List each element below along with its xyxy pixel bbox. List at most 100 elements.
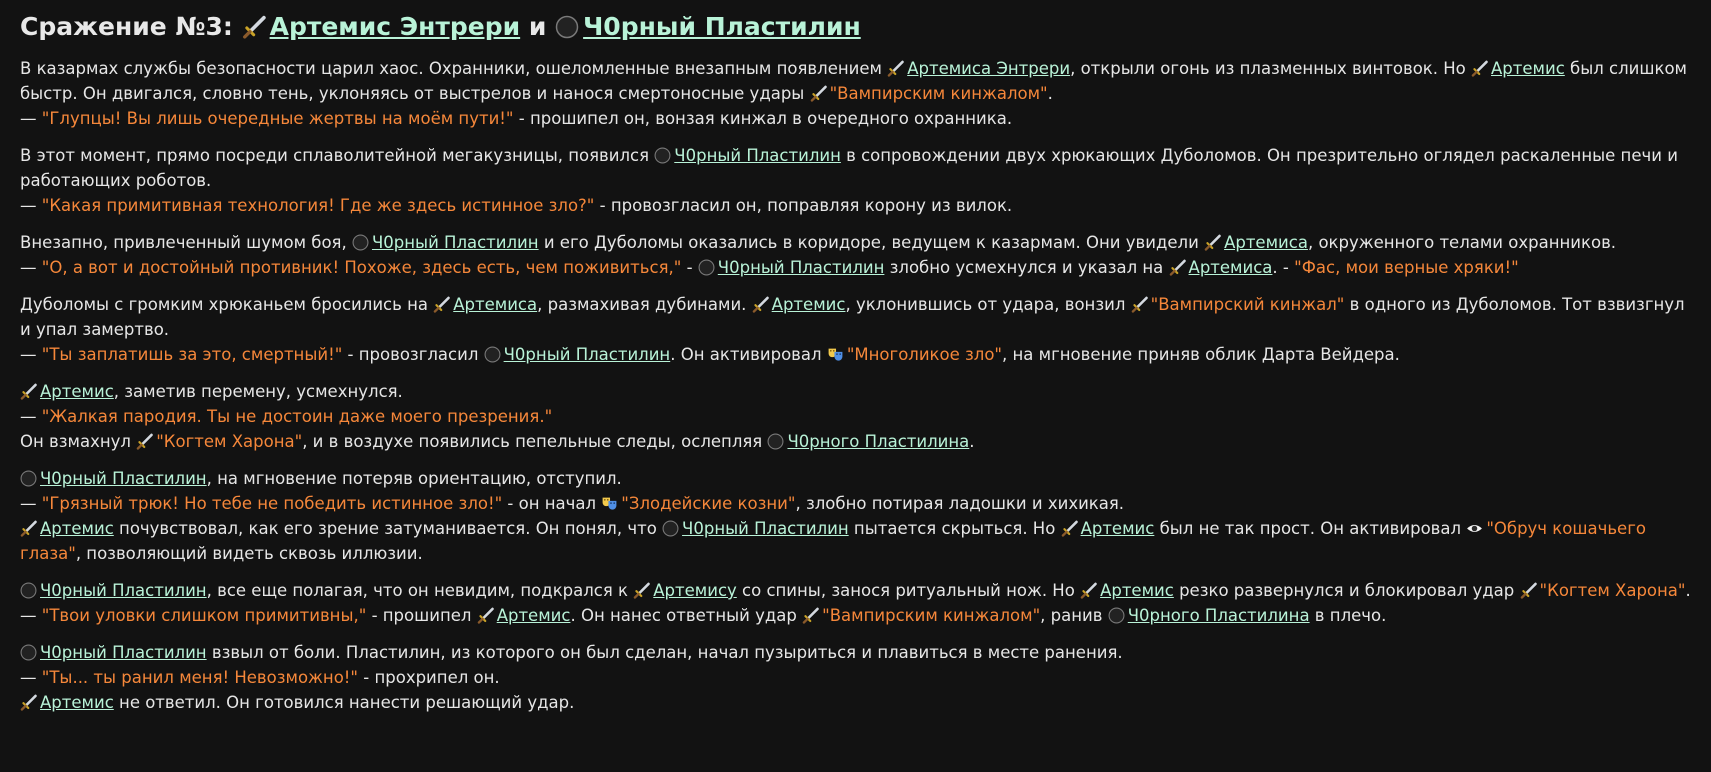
character-link[interactable]: Артемис <box>752 295 846 314</box>
ability-mention: "Вампирский кинжал" <box>1131 295 1345 314</box>
character-link[interactable]: Ч0рный Пластилин <box>352 233 539 252</box>
story-line: Артемис, заметив перемену, усмехнулся. <box>20 379 1691 404</box>
character-name[interactable]: Ч0рный Пластилин <box>40 643 207 662</box>
dagger-icon <box>1204 234 1221 251</box>
character-link[interactable]: Артемиса <box>1169 258 1273 277</box>
black-circle-icon <box>352 234 369 251</box>
dagger-icon <box>20 383 37 400</box>
quote-text: "Вампирский кинжал" <box>1150 295 1345 314</box>
dagger-icon <box>477 607 494 624</box>
character-name[interactable]: Артемиса Энтрери <box>907 59 1070 78</box>
character-link[interactable]: Артемис <box>477 606 571 625</box>
narration-text: . - <box>1272 258 1295 277</box>
narration-text: В этот момент, прямо посреди сплаволитей… <box>20 146 655 165</box>
story-line: В казармах службы безопасности царил хао… <box>20 56 1691 106</box>
story-line: Ч0рный Пластилин, все еще полагая, что о… <box>20 578 1691 603</box>
character-name[interactable]: Артемис <box>1491 59 1565 78</box>
character-name[interactable]: Артемиса <box>453 295 537 314</box>
title-hero-name[interactable]: Артемис Энтрери <box>270 12 521 41</box>
title-villain-link[interactable]: Ч0рный Пластилин <box>555 12 861 41</box>
character-link[interactable]: Артемиса <box>1204 233 1308 252</box>
character-link[interactable]: Ч0рный Пластилин <box>662 519 849 538</box>
character-name[interactable]: Артемис <box>40 382 114 401</box>
character-link[interactable]: Ч0рный Пластилин <box>484 345 671 364</box>
black-circle-icon <box>1108 607 1125 624</box>
character-link[interactable]: Артемис <box>20 519 114 538</box>
character-name[interactable]: Артемис <box>40 693 114 712</box>
character-link[interactable]: Ч0рный Пластилин <box>20 469 207 488</box>
character-name[interactable]: Ч0рный Пластилин <box>682 519 849 538</box>
dagger-icon <box>242 15 266 39</box>
story-paragraph: В казармах службы безопасности царил хао… <box>20 56 1691 131</box>
quote-text: "Злодейские козни" <box>621 494 796 513</box>
narration-text: . Он активировал <box>670 345 827 364</box>
character-link[interactable]: Ч0рный Пластилин <box>20 643 207 662</box>
dagger-icon <box>1471 60 1488 77</box>
character-link[interactable]: Ч0рный Пластилин <box>20 581 207 600</box>
character-name[interactable]: Ч0рный Пластилин <box>504 345 671 364</box>
story-line: — "Глупцы! Вы лишь очередные жертвы на м… <box>20 106 1691 131</box>
character-link[interactable]: Артемис <box>20 382 114 401</box>
narration-text: , окруженного телами охранников. <box>1307 233 1617 252</box>
quote-text: "Многоликое зло" <box>846 345 1003 364</box>
character-name[interactable]: Ч0рного Пластилина <box>1128 606 1310 625</box>
character-name[interactable]: Артемиса <box>1189 258 1273 277</box>
narration-text: почувствовал, как его зрение затуманивае… <box>113 519 663 538</box>
character-name[interactable]: Ч0рного Пластилина <box>787 432 969 451</box>
narration-text: пытается скрыться. Но <box>848 519 1061 538</box>
black-circle-icon <box>662 520 679 537</box>
character-name[interactable]: Артемис <box>40 519 114 538</box>
story-line: Дуболомы с громким хрюканьем бросились н… <box>20 292 1691 342</box>
quote-text: "Когтем Харона" <box>1539 581 1686 600</box>
character-link[interactable]: Артемис <box>1061 519 1155 538</box>
narration-text: - прохрипел он. <box>358 668 500 687</box>
story-line: — "О, а вот и достойный противник! Похож… <box>20 255 1691 280</box>
character-link[interactable]: Артемиса Энтрери <box>887 59 1070 78</box>
black-circle-icon <box>20 470 37 487</box>
story-paragraph: Внезапно, привлеченный шумом боя, Ч0рный… <box>20 230 1691 280</box>
character-link[interactable]: Ч0рного Пластилина <box>1108 606 1310 625</box>
narration-text: — <box>20 494 42 513</box>
narration-text: . <box>1047 84 1053 103</box>
story-line: Ч0рный Пластилин взвыл от боли. Пластили… <box>20 640 1691 665</box>
character-link[interactable]: Артемис <box>1080 581 1174 600</box>
character-link[interactable]: Артемис <box>1471 59 1565 78</box>
story-line: — "Ты... ты ранил меня! Невозможно!" - п… <box>20 665 1691 690</box>
character-name[interactable]: Артемис <box>1100 581 1174 600</box>
character-name[interactable]: Ч0рный Пластилин <box>372 233 539 252</box>
title-and: и <box>528 12 547 41</box>
title-hero-link[interactable]: Артемис Энтрери <box>242 12 521 41</box>
character-name[interactable]: Ч0рный Пластилин <box>40 469 207 488</box>
battle-title: Сражение №3: Артемис Энтрери и Ч0рный Пл… <box>20 8 1691 46</box>
character-name[interactable]: Артемис <box>497 606 571 625</box>
story-paragraphs: В казармах службы безопасности царил хао… <box>20 56 1691 715</box>
narration-text: — <box>20 668 42 687</box>
character-link[interactable]: Артемиса <box>433 295 537 314</box>
story-paragraph: Дуболомы с громким хрюканьем бросились н… <box>20 292 1691 367</box>
character-name[interactable]: Артемису <box>653 581 737 600</box>
character-name[interactable]: Артемиса <box>1224 233 1308 252</box>
title-villain-name[interactable]: Ч0рный Пластилин <box>583 12 861 41</box>
character-name[interactable]: Артемис <box>1081 519 1155 538</box>
character-name[interactable]: Ч0рный Пластилин <box>674 146 841 165</box>
narration-text: был не так прост. Он активировал <box>1154 519 1467 538</box>
character-link[interactable]: Ч0рный Пластилин <box>654 146 841 165</box>
character-link[interactable]: Артемису <box>633 581 737 600</box>
character-link[interactable]: Ч0рный Пластилин <box>698 258 885 277</box>
character-link[interactable]: Артемис <box>20 693 114 712</box>
story-line: — "Твои уловки слишком примитивны," - пр… <box>20 603 1691 628</box>
character-link[interactable]: Ч0рного Пластилина <box>767 432 969 451</box>
ability-mention: "Злодейские козни" <box>601 494 795 513</box>
narration-text: - <box>681 258 698 277</box>
title-prefix: Сражение №3: <box>20 12 233 41</box>
story-line: Ч0рный Пластилин, на мгновение потеряв о… <box>20 466 1691 491</box>
character-name[interactable]: Ч0рный Пластилин <box>40 581 207 600</box>
dagger-icon <box>633 582 651 599</box>
quote-text: "Вампирским кинжалом" <box>822 606 1041 625</box>
theater-masks-icon <box>828 348 843 361</box>
narration-text: , на мгновение потеряв ориентацию, отсту… <box>206 469 622 488</box>
story-paragraph: Ч0рный Пластилин, все еще полагая, что о… <box>20 578 1691 628</box>
character-name[interactable]: Артемис <box>772 295 846 314</box>
character-name[interactable]: Ч0рный Пластилин <box>718 258 885 277</box>
quote-text: "Глупцы! Вы лишь очередные жертвы на моё… <box>41 109 514 128</box>
